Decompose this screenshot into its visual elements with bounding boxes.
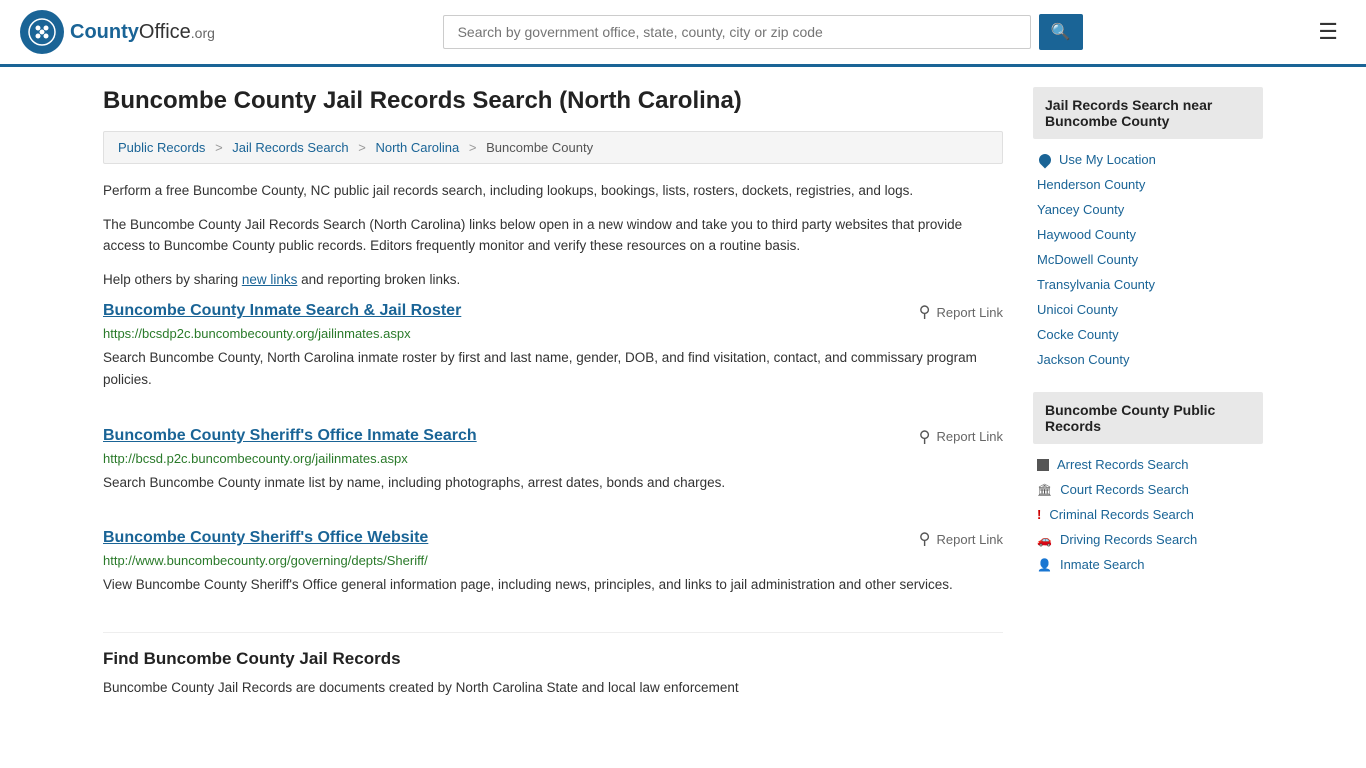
search-button[interactable]: 🔍	[1039, 14, 1083, 50]
result-title-2[interactable]: Buncombe County Sheriff's Office Inmate …	[103, 427, 477, 445]
sidebar-nearby-title: Jail Records Search near Buncombe County	[1033, 87, 1263, 139]
result-item-1: Buncombe County Inmate Search & Jail Ros…	[103, 302, 1003, 402]
cocke-county-link[interactable]: Cocke County	[1037, 327, 1119, 342]
hamburger-icon: ☰	[1318, 19, 1338, 44]
inmate-search-icon: 👤	[1037, 558, 1052, 572]
breadcrumb-sep-1: >	[215, 140, 223, 155]
arrest-records-icon	[1037, 459, 1049, 471]
use-my-location-link[interactable]: Use My Location	[1059, 152, 1156, 167]
intro-para-2: The Buncombe County Jail Records Search …	[103, 214, 1003, 257]
breadcrumb-jail-records[interactable]: Jail Records Search	[232, 140, 348, 155]
criminal-records-icon: !	[1037, 507, 1041, 522]
unicoi-county-link[interactable]: Unicoi County	[1037, 302, 1118, 317]
sidebar-item-yancey[interactable]: Yancey County	[1033, 197, 1263, 222]
result-item-3: Buncombe County Sheriff's Office Website…	[103, 529, 1003, 608]
report-icon-2: ⚲	[919, 427, 931, 447]
haywood-county-link[interactable]: Haywood County	[1037, 227, 1136, 242]
content-wrapper: Buncombe County Jail Records Search (Nor…	[83, 67, 1283, 730]
result-description-1: Search Buncombe County, North Carolina i…	[103, 347, 1003, 390]
result-header-3: Buncombe County Sheriff's Office Website…	[103, 529, 1003, 549]
intro-para-1: Perform a free Buncombe County, NC publi…	[103, 180, 1003, 202]
sidebar-arrest-records[interactable]: Arrest Records Search	[1033, 452, 1263, 477]
logo-icon	[20, 10, 64, 54]
sidebar-item-mcdowell[interactable]: McDowell County	[1033, 247, 1263, 272]
breadcrumb-sep-3: >	[469, 140, 477, 155]
logo-area[interactable]: CountyOffice.org	[20, 10, 215, 54]
location-pin-icon	[1037, 151, 1054, 168]
search-icon: 🔍	[1051, 24, 1071, 41]
sidebar-court-records[interactable]: 🏛 Court Records Search	[1033, 477, 1263, 502]
sidebar-item-haywood[interactable]: Haywood County	[1033, 222, 1263, 247]
yancey-county-link[interactable]: Yancey County	[1037, 202, 1124, 217]
arrest-records-link[interactable]: Arrest Records Search	[1057, 457, 1189, 472]
sidebar-criminal-records[interactable]: ! Criminal Records Search	[1033, 502, 1263, 527]
sidebar-public-records-section: Buncombe County Public Records Arrest Re…	[1033, 392, 1263, 577]
sidebar-item-transylvania[interactable]: Transylvania County	[1033, 272, 1263, 297]
report-link-label-2: Report Link	[937, 429, 1003, 444]
court-records-icon: 🏛	[1037, 483, 1052, 497]
header-right: ☰	[1310, 15, 1346, 49]
inmate-search-link[interactable]: Inmate Search	[1060, 557, 1145, 572]
breadcrumb-sep-2: >	[358, 140, 366, 155]
logo-text: CountyOffice.org	[70, 21, 215, 44]
menu-button[interactable]: ☰	[1310, 15, 1346, 49]
sidebar-use-location[interactable]: Use My Location	[1033, 147, 1263, 172]
breadcrumb-public-records[interactable]: Public Records	[118, 140, 205, 155]
report-link-1[interactable]: ⚲ Report Link	[919, 302, 1003, 322]
sidebar-item-cocke[interactable]: Cocke County	[1033, 322, 1263, 347]
mcdowell-county-link[interactable]: McDowell County	[1037, 252, 1138, 267]
sidebar-nearby-section: Jail Records Search near Buncombe County…	[1033, 87, 1263, 372]
report-link-2[interactable]: ⚲ Report Link	[919, 427, 1003, 447]
jackson-county-link[interactable]: Jackson County	[1037, 352, 1130, 367]
report-icon-1: ⚲	[919, 302, 931, 322]
sidebar-item-henderson[interactable]: Henderson County	[1033, 172, 1263, 197]
sidebar-item-unicoi[interactable]: Unicoi County	[1033, 297, 1263, 322]
sidebar-public-records-title: Buncombe County Public Records	[1033, 392, 1263, 444]
result-url-2[interactable]: http://bcsd.p2c.buncombecounty.org/jaili…	[103, 451, 1003, 466]
criminal-records-link[interactable]: Criminal Records Search	[1049, 507, 1194, 522]
breadcrumb-state[interactable]: North Carolina	[375, 140, 459, 155]
search-input[interactable]	[443, 15, 1031, 49]
intro-para-3-pre: Help others by sharing	[103, 272, 242, 287]
court-records-link[interactable]: Court Records Search	[1060, 482, 1189, 497]
search-container: 🔍	[443, 14, 1083, 50]
find-section-description: Buncombe County Jail Records are documen…	[103, 677, 1003, 699]
site-header: CountyOffice.org 🔍 ☰	[0, 0, 1366, 67]
result-title-1[interactable]: Buncombe County Inmate Search & Jail Ros…	[103, 302, 461, 320]
report-link-label-1: Report Link	[937, 305, 1003, 320]
main-content: Buncombe County Jail Records Search (Nor…	[103, 87, 1003, 710]
henderson-county-link[interactable]: Henderson County	[1037, 177, 1145, 192]
report-link-label-3: Report Link	[937, 532, 1003, 547]
result-item-2: Buncombe County Sheriff's Office Inmate …	[103, 427, 1003, 506]
result-header-1: Buncombe County Inmate Search & Jail Ros…	[103, 302, 1003, 322]
intro-para-3-post: and reporting broken links.	[297, 272, 460, 287]
intro-para-3: Help others by sharing new links and rep…	[103, 269, 1003, 291]
sidebar-driving-records[interactable]: 🚗 Driving Records Search	[1033, 527, 1263, 552]
result-url-3[interactable]: http://www.buncombecounty.org/governing/…	[103, 553, 1003, 568]
driving-records-icon: 🚗	[1037, 533, 1052, 547]
find-section-header: Find Buncombe County Jail Records	[103, 632, 1003, 669]
result-description-3: View Buncombe County Sheriff's Office ge…	[103, 574, 1003, 596]
sidebar-item-jackson[interactable]: Jackson County	[1033, 347, 1263, 372]
page-title: Buncombe County Jail Records Search (Nor…	[103, 87, 1003, 115]
driving-records-link[interactable]: Driving Records Search	[1060, 532, 1197, 547]
sidebar-inmate-search[interactable]: 👤 Inmate Search	[1033, 552, 1263, 577]
report-icon-3: ⚲	[919, 529, 931, 549]
report-link-3[interactable]: ⚲ Report Link	[919, 529, 1003, 549]
result-url-1[interactable]: https://bcsdp2c.buncombecounty.org/jaili…	[103, 326, 1003, 341]
breadcrumb: Public Records > Jail Records Search > N…	[103, 131, 1003, 164]
transylvania-county-link[interactable]: Transylvania County	[1037, 277, 1155, 292]
result-header-2: Buncombe County Sheriff's Office Inmate …	[103, 427, 1003, 447]
result-description-2: Search Buncombe County inmate list by na…	[103, 472, 1003, 494]
sidebar: Jail Records Search near Buncombe County…	[1033, 87, 1263, 710]
breadcrumb-county: Buncombe County	[486, 140, 593, 155]
result-title-3[interactable]: Buncombe County Sheriff's Office Website	[103, 529, 428, 547]
new-links-link[interactable]: new links	[242, 272, 298, 287]
